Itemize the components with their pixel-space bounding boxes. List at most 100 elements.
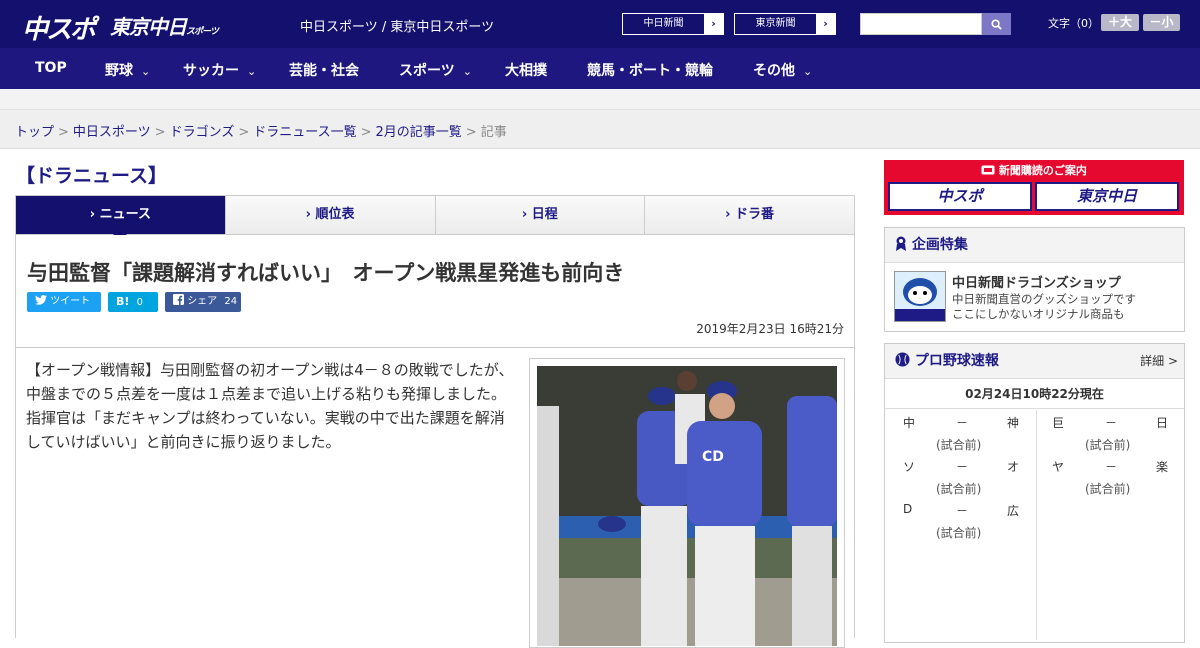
nav-sumo[interactable]: 大相撲 <box>505 60 547 80</box>
game-row[interactable]: 巨 － 日 (試合前) <box>1037 410 1185 454</box>
baseball-icon <box>895 352 910 367</box>
breadcrumb-separator: > <box>238 125 250 140</box>
breadcrumb-chunichi-sports[interactable]: 中日スポーツ <box>73 125 151 140</box>
breadcrumb-separator: > <box>360 125 372 140</box>
article-body-text: 【オープン戦情報】与田剛監督の初オープン戦は4－８の敗戦でしたが、中盤までの５点… <box>26 361 514 451</box>
scores-heading-label: プロ野球速報 <box>914 353 999 369</box>
search-button[interactable] <box>982 13 1011 35</box>
published-date: 2019年2月23日 16時21分 <box>696 322 844 336</box>
font-smaller-button[interactable]: －小 <box>1143 14 1180 31</box>
nav-other[interactable]: その他 ⌄ <box>753 60 812 80</box>
breadcrumb-feb-list[interactable]: 2月の記事一覧 <box>376 125 462 140</box>
tab-schedule[interactable]: › 日程 <box>436 196 646 234</box>
article-photo[interactable]: CD <box>537 366 837 646</box>
main-nav: TOP 野球 ⌄ サッカー ⌄ 芸能・社会 スポーツ ⌄ 大相撲 競馬・ボート・競輪 … <box>0 48 1200 89</box>
hatena-bookmark-button[interactable]: B! 0 <box>108 292 158 312</box>
score-dash: － <box>956 504 969 518</box>
nav-label: TOP <box>35 60 67 76</box>
hatena-count: 0 <box>136 297 143 308</box>
nav-label: その他 <box>753 63 795 79</box>
dragons-shop-image[interactable] <box>894 271 946 322</box>
score-dash: － <box>1105 416 1118 430</box>
scores-detail-link[interactable]: 詳細 > <box>1140 344 1178 379</box>
tokyo-logo-text: 東京中日 <box>110 15 187 39</box>
scores-box: プロ野球速報 詳細 > 02月24日10時22分現在 中 － 神 (試合前) ソ… <box>884 343 1185 643</box>
ticket-icon <box>981 165 995 175</box>
section-title: 【ドラニュース】 <box>16 165 168 187</box>
facebook-icon <box>173 294 184 305</box>
score-dash: － <box>956 460 969 474</box>
nav-label: 野球 <box>105 63 133 79</box>
breadcrumb-dra-news-list[interactable]: ドラニュース一覧 <box>253 125 356 140</box>
game-status: (試合前) <box>1085 438 1131 452</box>
feature-heading-label: 企画特集 <box>911 237 968 253</box>
game-row[interactable]: ヤ － 楽 (試合前) <box>1037 454 1185 498</box>
dragons-shop-description: 中日新聞直営のグッズショップです ここにしかないオリジナル商品も <box>952 292 1136 322</box>
away-team: 神 <box>1007 416 1020 430</box>
site-title: 中日スポーツ / 東京中日スポーツ <box>300 20 495 35</box>
game-row[interactable]: ソ － オ (試合前) <box>888 454 1036 498</box>
subscribe-tokyo-chunichi-button[interactable]: 東京中日 <box>1035 182 1179 211</box>
nav-label: サッカー <box>183 63 239 79</box>
nav-sports[interactable]: スポーツ ⌄ <box>399 60 472 80</box>
game-status: (試合前) <box>936 526 982 540</box>
facebook-share-label: シェア <box>187 296 218 307</box>
game-status: (試合前) <box>1085 482 1131 496</box>
home-team: D <box>903 502 913 516</box>
subscription-title-text: 新聞購読のご案内 <box>998 164 1087 177</box>
hatena-icon: B! <box>116 295 130 308</box>
chevron-down-icon: ⌄ <box>141 65 151 78</box>
svg-text:CD: CD <box>702 449 724 465</box>
breadcrumb-top[interactable]: トップ <box>15 125 54 140</box>
chevron-down-icon: ⌄ <box>462 65 472 78</box>
scores-timestamp: 02月24日10時22分現在 <box>885 379 1184 409</box>
facebook-share-count: 24 <box>224 296 238 307</box>
nav-racing[interactable]: 競馬・ボート・競輪 <box>587 60 713 80</box>
home-team: 巨 <box>1052 416 1065 430</box>
away-team: 日 <box>1156 416 1169 430</box>
away-team: オ <box>1007 460 1020 474</box>
breadcrumb-separator: > <box>154 125 166 140</box>
home-team: 中 <box>903 416 916 430</box>
article-body: 【オープン戦情報】与田剛監督の初オープン戦は4－８の敗戦でしたが、中盤までの５点… <box>15 348 855 648</box>
tokyo-chunichi-logo[interactable]: 東京中日スポーツ <box>110 11 219 40</box>
chunichi-shimbun-label: 中日新聞 <box>643 18 684 29</box>
chunichi-shimbun-link[interactable]: 中日新聞 › <box>622 13 724 35</box>
search-input[interactable] <box>860 13 982 35</box>
tokyo-shimbun-link[interactable]: 東京新聞 › <box>734 13 836 35</box>
feature-heading: 企画特集 <box>885 228 1184 263</box>
nav-label: 競馬・ボート・競輪 <box>587 63 713 79</box>
promo-desc-line: ここにしかないオリジナル商品も <box>952 307 1125 321</box>
mascot-icon <box>895 272 945 321</box>
tweet-button[interactable]: ツイート <box>27 292 101 312</box>
breadcrumb-separator: > <box>465 125 477 140</box>
facebook-share-button[interactable]: シェア 24 <box>165 292 241 312</box>
score-dash: － <box>956 416 969 430</box>
dragons-shop-link[interactable]: 中日新聞ドラゴンズショップ <box>952 272 1121 291</box>
breadcrumb-separator: > <box>58 125 69 140</box>
nav-entertainment[interactable]: 芸能・社会 <box>289 60 359 80</box>
nav-top[interactable]: TOP <box>35 60 67 76</box>
section-tabs: › ニュース › 順位表 › 日程 › ドラ番 <box>15 195 855 241</box>
font-larger-button[interactable]: ＋大 <box>1101 14 1139 31</box>
nav-soccer[interactable]: サッカー ⌄ <box>183 60 256 80</box>
breadcrumb-dragons[interactable]: ドラゴンズ <box>170 125 235 140</box>
article-headline: 与田監督「課題解消すればいい」 オープン戦黒星発進も前向き <box>27 261 625 285</box>
tab-dora-ban[interactable]: › ドラ番 <box>645 196 854 234</box>
subscribe-chuspo-button[interactable]: 中スポ <box>888 182 1032 211</box>
search-icon <box>991 19 1002 30</box>
game-row[interactable]: 中 － 神 (試合前) <box>888 410 1036 454</box>
nav-baseball[interactable]: 野球 ⌄ <box>105 60 150 80</box>
game-status: (試合前) <box>936 482 982 496</box>
tokyo-shimbun-label: 東京新聞 <box>755 18 796 29</box>
article-header: 与田監督「課題解消すればいい」 オープン戦黒星発進も前向き ツイート B! 0 … <box>15 235 855 348</box>
tab-standings[interactable]: › 順位表 <box>226 196 436 234</box>
home-team: ヤ <box>1052 460 1065 474</box>
chevron-down-icon: ⌄ <box>247 65 257 78</box>
game-row[interactable]: D － 広 (試合前) <box>888 498 1036 542</box>
ad-strip <box>0 89 1200 110</box>
chuspo-logo[interactable]: 中スポ <box>22 9 96 46</box>
tab-news[interactable]: › ニュース <box>16 196 226 241</box>
feature-box: 企画特集 中日新聞ドラゴンズショップ 中日新聞直営のグッズショップです ここにし… <box>884 227 1185 332</box>
top-header: 中スポ 東京中日スポーツ 中日スポーツ / 東京中日スポーツ 中日新聞 › 東京… <box>0 0 1200 48</box>
